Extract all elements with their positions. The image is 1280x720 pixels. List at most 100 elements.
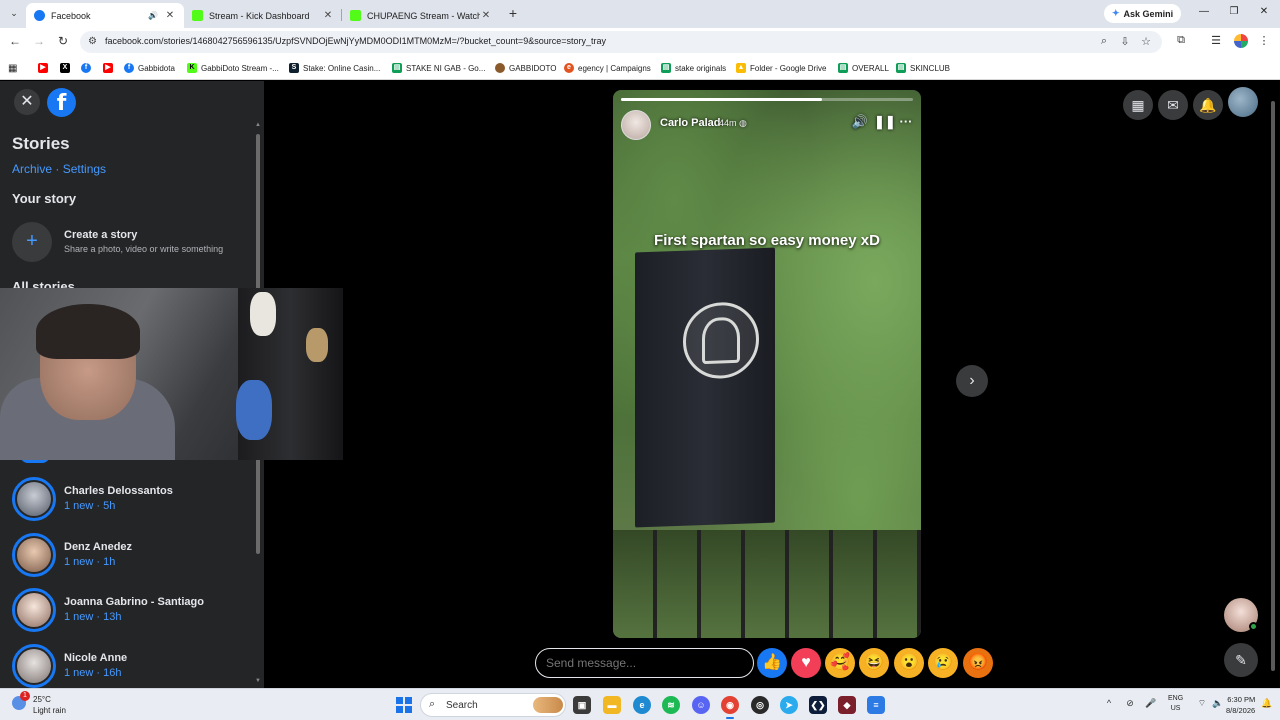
menu-grid-icon[interactable]: ▦ [1123,90,1153,120]
tab-search-chevron-icon[interactable]: ⌄ [6,5,22,21]
notifications-bell-icon[interactable]: 🔔 [1193,90,1223,120]
maximize-icon[interactable]: ❐ [1226,6,1242,17]
tray-app-icon[interactable]: ⊘ [1123,698,1137,709]
spotify-icon[interactable]: ≋ [662,696,680,714]
bookmark-gabbidoto-stream[interactable]: K GabbiDoto Stream -... [187,61,279,75]
ask-gemini-button[interactable]: ✦ Ask Gemini [1104,4,1182,23]
close-tab-icon[interactable]: ✕ [322,10,334,21]
close-tab-icon[interactable]: ✕ [164,10,176,21]
microphone-icon[interactable]: 🎤 [1144,698,1158,709]
address-bar[interactable]: ⚙ facebook.com/stories/1468042756596135/… [80,31,1162,53]
new-message-button[interactable]: ✎ [1224,643,1258,677]
taskbar-clock[interactable]: 6:30 PM 8/8/2026 [1226,694,1255,716]
bookmark-stake-ni-gab[interactable]: ▤ STAKE NI GAB - Go... [392,61,485,75]
windows-start-icon[interactable] [396,697,412,713]
archive-link[interactable]: Archive [12,162,52,176]
sad-icon[interactable]: 😢 [928,648,958,678]
back-arrow-icon[interactable]: ← [7,34,23,48]
scroll-down-arrow-icon[interactable]: ▼ [255,678,261,684]
url-text[interactable]: facebook.com/stories/1468042756596135/Uz… [105,36,606,46]
extensions-icon[interactable]: ⧉ [1173,34,1189,47]
messenger-icon[interactable]: ✉ [1158,90,1188,120]
bookmark-stake[interactable]: S Stake: Online Casin... [289,61,380,75]
apps-grid-icon[interactable]: ▦ [8,61,17,75]
new-tab-plus-icon[interactable]: + [506,5,520,21]
care-icon[interactable]: 🥰 [825,648,855,678]
bookmark-google-drive[interactable]: ▲ Folder - Google Drive [736,61,826,75]
more-options-icon[interactable]: ··· [897,114,915,129]
bookmark-facebook[interactable]: f [81,61,95,75]
file-explorer-icon[interactable]: ▬ [603,696,621,714]
story-list-item[interactable]: Charles Delossantos 1 new · 5h [12,477,252,523]
task-view-icon[interactable]: ▣ [573,696,591,714]
telegram-icon[interactable]: ➤ [780,696,798,714]
next-story-button[interactable]: › [956,365,988,397]
story-viewer[interactable]: Carlo Palad 44m ◍ 🔊 ❚❚ ··· First spartan… [613,90,921,638]
contact-chat-head[interactable] [1224,598,1258,632]
taskbar-search-box[interactable]: ⌕ Search [420,693,566,717]
bookmark-skinclub[interactable]: ▤ SKINCLUB [896,61,950,75]
story-poster-name[interactable]: Carlo Palad [660,117,721,129]
menu-more-icon[interactable]: ⋮ [1256,34,1272,47]
like-icon[interactable]: 👍 [757,648,787,678]
angry-icon[interactable]: 😡 [963,648,993,678]
discord-icon[interactable]: ☺ [692,696,710,714]
love-icon[interactable]: ♥ [791,648,821,678]
close-stories-button[interactable]: ✕ [14,89,40,115]
chrome-icon[interactable]: ◉ [721,696,739,719]
bookmark-star-icon[interactable]: ☆ [1139,35,1153,48]
app-icon[interactable]: ◆ [838,696,856,714]
install-app-icon[interactable]: ⇩ [1118,35,1132,48]
story-list-item[interactable]: Joanna Gabrino - Santiago 1 new · 13h [12,588,252,634]
bookmark-gabbidota[interactable]: f Gabbidota [124,61,175,75]
notepad-icon[interactable]: ≡ [867,696,885,714]
bookmark-youtube-2[interactable]: ▶ [103,61,117,75]
pause-icon[interactable]: ❚❚ [874,114,896,130]
tab-kick-dashboard[interactable]: Stream - Kick Dashboard ✕ [184,3,342,28]
bookmark-egency[interactable]: e egency | Campaigns [564,61,651,75]
bookmark-gabbidoto[interactable]: GABBIDOTO [495,61,556,75]
obs-icon[interactable]: ◎ [751,696,769,714]
bookmark-label: Gabbidota [138,63,175,73]
vscode-icon[interactable]: ❮❯ [809,696,827,714]
speaker-icon[interactable]: 🔊 [148,11,158,20]
notification-bell-icon[interactable]: 🔔 [1260,698,1274,709]
bookmark-stake-originals[interactable]: ▤ stake originals [661,61,726,75]
speaker-icon[interactable]: 🔈 [1211,698,1225,709]
webcam-person-hair [36,304,140,359]
profile-avatar[interactable] [1234,34,1248,48]
weather-widget[interactable]: 1 25°C Light rain [12,691,92,717]
story-poster-avatar[interactable] [621,110,651,140]
bookmark-youtube[interactable]: ▶ [38,61,52,75]
wifi-icon[interactable]: ⌔ [1195,698,1209,709]
language-indicator[interactable]: ENG US [1168,694,1183,714]
minimize-icon[interactable]: — [1196,6,1212,17]
page-scrollbar[interactable] [1270,89,1276,685]
site-info-icon[interactable]: ⚙ [88,36,97,47]
facebook-logo-icon[interactable]: f [47,88,76,117]
scroll-up-arrow-icon[interactable]: ▲ [255,122,261,128]
tab-facebook[interactable]: Facebook 🔊 ✕ [26,3,184,28]
reload-icon[interactable]: ↻ [55,34,71,48]
zoom-icon[interactable]: ⌕ [1097,35,1111,48]
sheets-icon: ▤ [661,63,671,73]
story-list-item[interactable]: Nicole Anne 1 new · 16h [12,644,252,688]
bookmark-overall[interactable]: ▤ OVERALL [838,61,889,75]
settings-link[interactable]: Settings [63,162,106,176]
volume-icon[interactable]: 🔊 [851,114,869,130]
create-story-button[interactable]: + Create a story Share a photo, video or… [12,221,252,263]
haha-icon[interactable]: 😆 [859,648,889,678]
tab-chupaeng-stream[interactable]: CHUPAENG Stream - Watch Live ✕ [342,3,500,28]
close-window-icon[interactable]: ✕ [1256,6,1272,17]
story-list-item[interactable]: Denz Anedez 1 new · 1h [12,533,252,579]
bookmark-x[interactable]: X [60,61,74,75]
reading-list-icon[interactable]: ☰ [1208,34,1224,47]
close-tab-icon[interactable]: ✕ [480,10,492,21]
account-avatar[interactable] [1228,87,1258,117]
forward-arrow-icon[interactable]: → [31,34,47,48]
tray-chevron-up-icon[interactable]: ^ [1102,698,1116,708]
edge-icon[interactable]: e [633,696,651,714]
scrollbar-thumb[interactable] [1271,101,1275,671]
wow-icon[interactable]: 😮 [894,648,924,678]
send-message-input[interactable] [535,648,754,678]
